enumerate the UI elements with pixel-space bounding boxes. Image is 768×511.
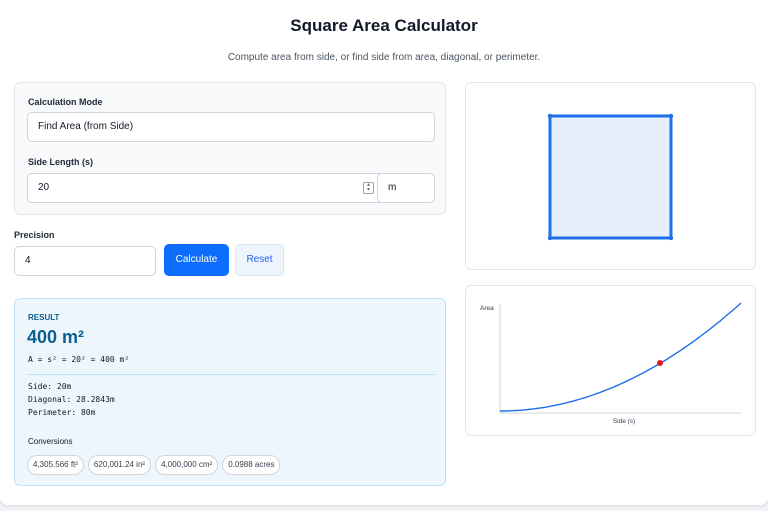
side-length-value: 20 [38,182,50,193]
corner-dot [668,113,674,119]
calculate-button[interactable]: Calculate [164,244,229,276]
square-diagram [547,113,674,241]
side-length-input[interactable]: 20 ▴ ▾ [27,173,385,203]
area-curve [500,302,742,412]
square-visualization [465,82,756,270]
corner-dot [547,113,553,119]
current-point-marker [657,360,663,366]
conversion-chip: 4,305.566 ft² [27,455,84,475]
spinner-icon[interactable]: ▴ ▾ [363,182,374,194]
result-value: 400 m² [27,327,85,347]
area-graph: Area Side (s) [480,302,742,425]
corner-dot [547,235,553,241]
mode-select[interactable]: Find Area (from Side) [27,112,435,142]
result-panel: RESULT 400 m² A = s² = 20² = 400 m² Side… [14,298,446,486]
precision-label: Precision [14,230,55,240]
result-diagonal: Diagonal: 28.2843m [28,395,115,404]
result-perimeter: Perimeter: 80m [28,408,96,417]
result-divider [27,374,435,375]
precision-input[interactable]: 4 [14,246,156,276]
side-length-label: Side Length (s) [28,157,93,167]
graph-xlabel: Side (s) [613,418,635,425]
conversions-label: Conversions [28,437,73,446]
mode-label: Calculation Mode [28,97,103,107]
page-subtitle: Compute area from side, or find side fro… [227,52,541,63]
input-panel: Calculation Mode Find Area (from Side) S… [14,82,446,215]
conversion-chip: 4,000,000 cm² [155,455,219,475]
graph-ylabel: Area [480,305,494,312]
result-formula: A = s² = 20² = 400 m² [28,355,130,364]
result-side: Side: 20m [28,382,72,391]
corner-dot [668,235,674,241]
conversion-chip: 620,001.24 in² [87,455,152,475]
reset-button[interactable]: Reset [235,244,284,276]
calculator-page: Square Area Calculator Compute area from… [0,0,768,505]
result-heading: RESULT [28,313,60,322]
unit-input[interactable]: m [377,173,435,203]
page-title: Square Area Calculator [290,16,478,35]
conversions-list: 4,305.566 ft² 620,001.24 in² 4,000,000 cm²… [27,454,284,475]
result-details: Side: 20m Diagonal: 28.2843m Perimeter: … [28,380,115,419]
conversion-chip: 0.0988 acres [222,455,281,475]
square-shape [548,114,673,240]
area-graph-card: Area Side (s) [465,285,756,436]
